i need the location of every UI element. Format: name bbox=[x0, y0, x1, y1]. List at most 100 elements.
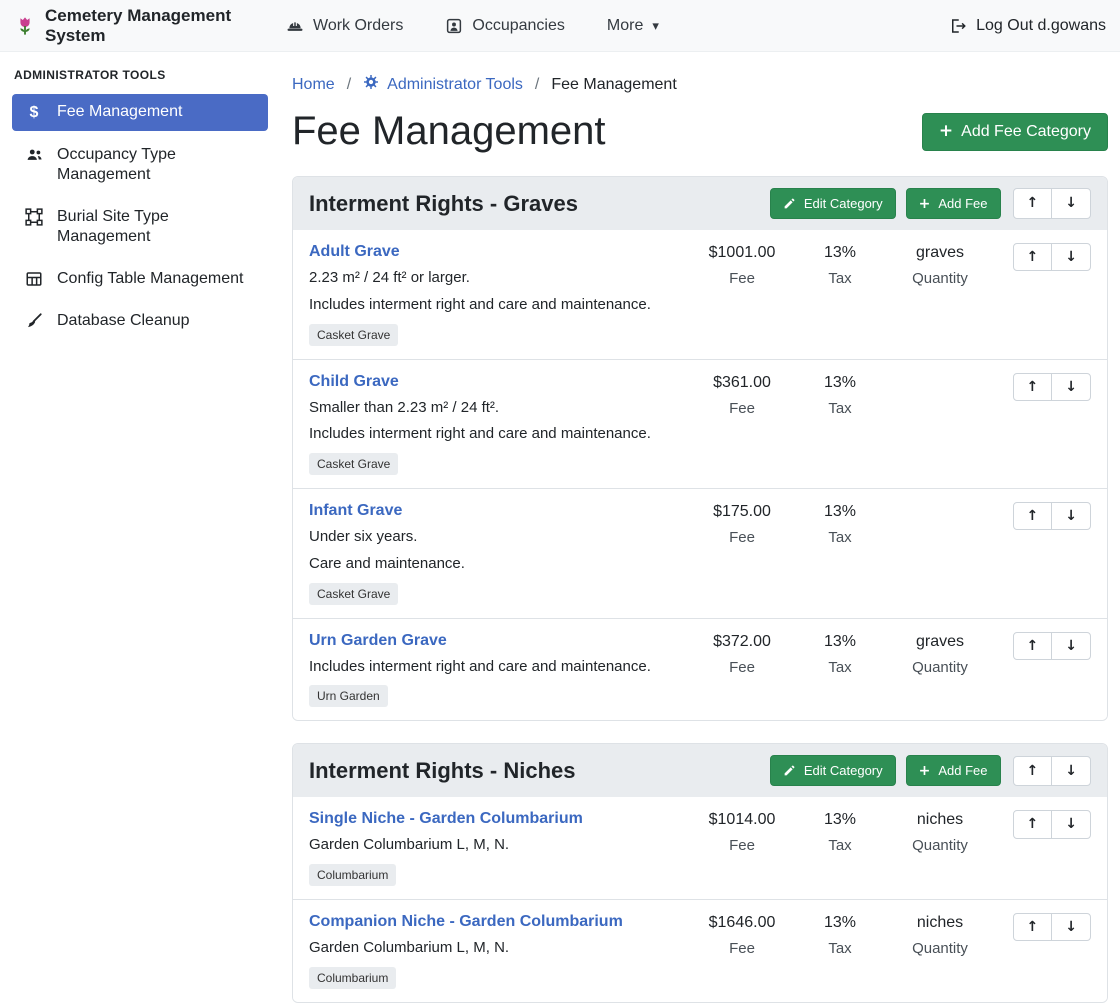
sidebar-item-label: Occupancy Type Management bbox=[57, 145, 256, 185]
fee-name-link[interactable]: Urn Garden Grave bbox=[309, 632, 447, 650]
move-fee-up-button[interactable]: ↑ bbox=[1013, 810, 1053, 838]
down-arrow-icon: ↓ bbox=[1065, 919, 1077, 935]
move-category-up-button[interactable]: ↑ bbox=[1013, 756, 1053, 786]
tax-value: 13% bbox=[801, 244, 879, 262]
fee-name-link[interactable]: Companion Niche - Garden Columbarium bbox=[309, 913, 623, 931]
sidebar-item-fee-management[interactable]: $ Fee Management bbox=[12, 94, 268, 131]
fee-description: Garden Columbarium L, M, N. bbox=[309, 939, 673, 958]
fee-name-link[interactable]: Child Grave bbox=[309, 373, 399, 391]
move-category-down-button[interactable]: ↓ bbox=[1051, 756, 1091, 786]
add-fee-button[interactable]: + Add Fee bbox=[906, 755, 1001, 786]
fee-amount: $1001.00 bbox=[683, 244, 801, 262]
sidebar-item-occupancy-type-management[interactable]: Occupancy Type Management bbox=[12, 137, 268, 193]
fee-type-badge: Columbarium bbox=[309, 864, 396, 886]
sidebar-item-database-cleanup[interactable]: Database Cleanup bbox=[12, 303, 268, 339]
breadcrumb-separator: / bbox=[535, 76, 539, 94]
move-fee-up-button[interactable]: ↑ bbox=[1013, 502, 1053, 530]
quantity-label: Quantity bbox=[879, 940, 1001, 957]
move-fee-up-button[interactable]: ↑ bbox=[1013, 913, 1053, 941]
table-icon bbox=[24, 270, 44, 288]
fee-name-link[interactable]: Single Niche - Garden Columbarium bbox=[309, 810, 583, 828]
move-category-down-button[interactable]: ↓ bbox=[1051, 188, 1091, 218]
tax-value: 13% bbox=[801, 811, 879, 829]
add-fee-category-button[interactable]: + Add Fee Category bbox=[922, 113, 1108, 151]
flower-logo-icon bbox=[14, 15, 36, 37]
fee-row: Child Grave Smaller than 2.23 m² / 24 ft… bbox=[293, 359, 1107, 489]
fee-name-link[interactable]: Infant Grave bbox=[309, 502, 402, 520]
app-title: Cemetery Management System bbox=[45, 6, 286, 46]
hard-hat-icon bbox=[286, 17, 304, 35]
move-fee-down-button[interactable]: ↓ bbox=[1051, 502, 1091, 530]
dollar-icon: $ bbox=[24, 103, 44, 123]
category-header: Interment Rights - Graves Edit Category … bbox=[293, 177, 1107, 230]
tax-label: Tax bbox=[801, 529, 879, 546]
fee-type-badge: Urn Garden bbox=[309, 685, 388, 707]
tax-label: Tax bbox=[801, 659, 879, 676]
tax-value: 13% bbox=[801, 914, 879, 932]
edit-category-button[interactable]: Edit Category bbox=[770, 755, 896, 786]
fee-description: Includes interment right and care and ma… bbox=[309, 658, 673, 677]
nav-more-label: More bbox=[607, 17, 643, 35]
nav-occupancies[interactable]: Occupancies bbox=[445, 17, 565, 35]
move-fee-down-button[interactable]: ↓ bbox=[1051, 810, 1091, 838]
move-fee-up-button[interactable]: ↑ bbox=[1013, 373, 1053, 401]
move-fee-down-button[interactable]: ↓ bbox=[1051, 373, 1091, 401]
sidebar-item-config-table-management[interactable]: Config Table Management bbox=[12, 261, 268, 297]
breadcrumb-admin-tools-label: Administrator Tools bbox=[387, 76, 523, 94]
move-category-up-button[interactable]: ↑ bbox=[1013, 188, 1053, 218]
fee-description: Includes interment right and care and ma… bbox=[309, 425, 673, 444]
fee-type-badge: Casket Grave bbox=[309, 453, 398, 475]
down-arrow-icon: ↓ bbox=[1065, 379, 1077, 395]
move-fee-up-button[interactable]: ↑ bbox=[1013, 243, 1053, 271]
add-fee-button[interactable]: + Add Fee bbox=[906, 188, 1001, 219]
fee-reorder-group: ↑ ↓ bbox=[1013, 243, 1091, 271]
move-fee-down-button[interactable]: ↓ bbox=[1051, 243, 1091, 271]
plus-icon: + bbox=[919, 197, 931, 211]
fee-type-badge: Casket Grave bbox=[309, 324, 398, 346]
nav-work-orders[interactable]: Work Orders bbox=[286, 17, 403, 35]
main-content: Home / Administrat bbox=[280, 52, 1120, 1003]
quantity-value: graves bbox=[879, 244, 1001, 262]
plus-icon: + bbox=[919, 764, 931, 778]
fee-type-badge: Casket Grave bbox=[309, 583, 398, 605]
tax-label: Tax bbox=[801, 940, 879, 957]
fee-amount: $361.00 bbox=[683, 374, 801, 392]
fee-reorder-group: ↑ ↓ bbox=[1013, 632, 1091, 660]
fee-reorder-group: ↑ ↓ bbox=[1013, 502, 1091, 530]
chevron-down-icon: ▾ bbox=[652, 19, 659, 34]
tax-label: Tax bbox=[801, 270, 879, 287]
up-arrow-icon: ↑ bbox=[1027, 638, 1039, 654]
admin-sidebar: ADMINISTRATOR TOOLS $ Fee Management Occ… bbox=[0, 52, 280, 1003]
edit-category-label: Edit Category bbox=[804, 196, 883, 211]
edit-category-button[interactable]: Edit Category bbox=[770, 188, 896, 219]
breadcrumb-separator: / bbox=[347, 76, 351, 94]
down-arrow-icon: ↓ bbox=[1065, 249, 1077, 265]
tax-value: 13% bbox=[801, 633, 879, 651]
category-reorder-group: ↑ ↓ bbox=[1013, 188, 1091, 218]
fee-description: Under six years. bbox=[309, 528, 673, 547]
move-fee-down-button[interactable]: ↓ bbox=[1051, 913, 1091, 941]
fee-amount-label: Fee bbox=[683, 940, 801, 957]
top-navbar: Cemetery Management System Work Orders O… bbox=[0, 0, 1120, 52]
breadcrumb-home-link[interactable]: Home bbox=[292, 76, 335, 94]
category-title: Interment Rights - Niches bbox=[309, 758, 760, 784]
fee-amount-label: Fee bbox=[683, 400, 801, 417]
logout-link[interactable]: Log Out d.gowans bbox=[949, 17, 1106, 35]
down-arrow-icon: ↓ bbox=[1065, 508, 1077, 524]
category-title: Interment Rights - Graves bbox=[309, 191, 760, 217]
nav-more[interactable]: More ▾ bbox=[607, 17, 659, 35]
category-header: Interment Rights - Niches Edit Category … bbox=[293, 744, 1107, 797]
app-brand[interactable]: Cemetery Management System bbox=[14, 6, 286, 46]
move-fee-down-button[interactable]: ↓ bbox=[1051, 632, 1091, 660]
sidebar-item-burial-site-type-management[interactable]: Burial Site Type Management bbox=[12, 199, 268, 255]
breadcrumb-home-label: Home bbox=[292, 76, 335, 94]
up-arrow-icon: ↑ bbox=[1027, 195, 1039, 211]
plus-icon: + bbox=[939, 123, 953, 140]
fee-amount: $1014.00 bbox=[683, 811, 801, 829]
sidebar-item-label: Config Table Management bbox=[57, 269, 244, 289]
add-fee-label: Add Fee bbox=[938, 196, 987, 211]
fee-name-link[interactable]: Adult Grave bbox=[309, 243, 400, 261]
breadcrumb-admin-tools-link[interactable]: Administrator Tools bbox=[363, 74, 523, 95]
fee-amount: $372.00 bbox=[683, 633, 801, 651]
move-fee-up-button[interactable]: ↑ bbox=[1013, 632, 1053, 660]
